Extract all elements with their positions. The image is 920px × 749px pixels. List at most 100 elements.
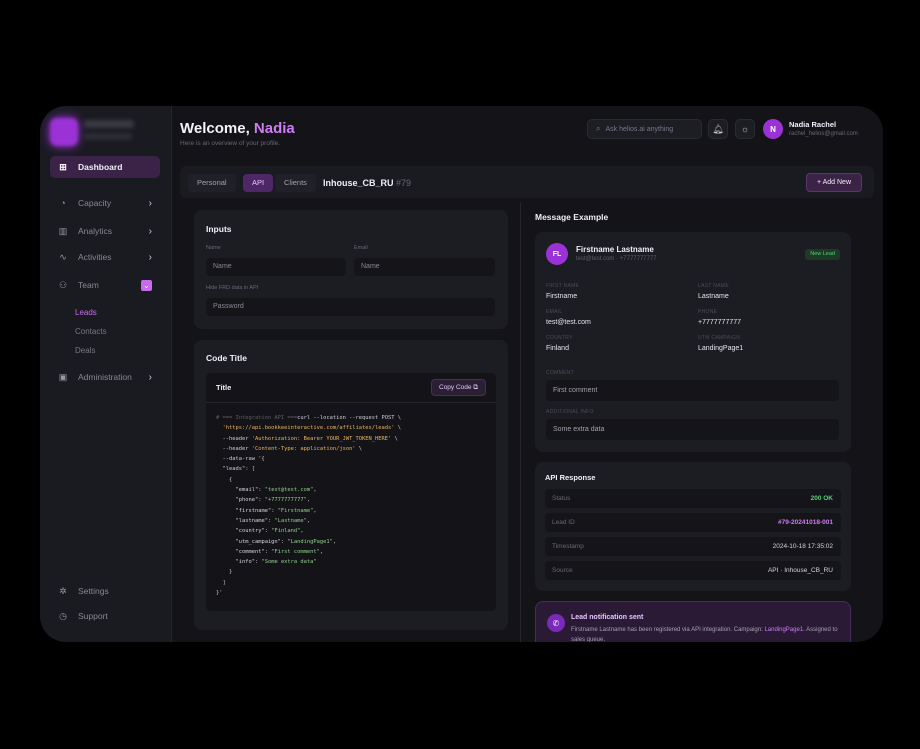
comment-field[interactable]: First comment	[546, 380, 839, 401]
tab-bar: Personal API Clients Inhouse_CB_RU #79 +…	[180, 166, 874, 198]
api-row-key: Status	[552, 495, 571, 502]
sidebar-item-label: Capacity	[78, 198, 112, 208]
field-value: Firstname	[546, 293, 578, 300]
lead-name: Firstname Lastname	[576, 245, 654, 254]
field-value: test@test.com	[546, 319, 591, 326]
notification-body: Firstname Lastname has been registered v…	[571, 626, 841, 642]
sidebar-item-support[interactable]: ◷ Support	[50, 605, 160, 627]
chevron-down-icon[interactable]: ⌄	[141, 279, 152, 291]
status-badge: New Lead	[805, 249, 840, 260]
lead-avatar: FL	[546, 243, 568, 265]
notifications-button[interactable]: 🔔︎	[708, 119, 728, 139]
integration-number: #79	[396, 178, 412, 188]
notification-text: Firstname Lastname has been registered v…	[571, 627, 763, 633]
code-panel: Code Title Title Copy Code ⧉ # === Integ…	[194, 340, 508, 630]
help-icon: ◷	[59, 610, 67, 621]
field-value: Finland	[546, 345, 569, 352]
inputs-panel: Inputs Name Name Email Name Hide FRD dat…	[194, 210, 508, 329]
sidebar-item-dashboard[interactable]: ⊞ Dashboard	[50, 156, 160, 178]
api-row-timestamp: Timestamp 2024-10-18 17:35:02	[545, 537, 841, 556]
tab-clients[interactable]: Clients	[275, 174, 316, 192]
sidebar-item-administration[interactable]: ▣ Administration ›	[50, 366, 160, 388]
brand-logo	[50, 118, 78, 146]
password-field[interactable]: Password	[206, 298, 495, 316]
chevron-right-icon: ›	[148, 371, 152, 383]
sidebar-subitem-deals[interactable]: Deals	[75, 346, 95, 355]
bar-chart-icon: ▥	[58, 225, 68, 236]
theme-toggle-button[interactable]: ☼	[735, 119, 755, 139]
sidebar-item-activities[interactable]: ∿ Activities ›	[50, 246, 160, 268]
sidebar-subitem-leads[interactable]: Leads	[75, 308, 97, 317]
name-label: Name	[206, 245, 221, 251]
user-name: Nadia Rachel	[789, 120, 837, 129]
sidebar-subitem-contacts[interactable]: Contacts	[75, 327, 107, 336]
api-row-value: 200 OK	[810, 495, 833, 502]
api-row-value: #79-20241018-001	[778, 519, 833, 526]
code-comment: # === Integration API ===	[216, 415, 298, 421]
api-row-key: Timestamp	[552, 543, 584, 550]
tab-personal[interactable]: Personal	[188, 174, 236, 192]
email-label: Email	[354, 245, 368, 251]
info-label: ADDITIONAL INFO	[546, 409, 594, 415]
tab-api[interactable]: API	[243, 174, 274, 192]
api-row-status: Status 200 OK	[545, 489, 841, 508]
field-label: FIRST NAME	[546, 283, 580, 289]
sidebar-item-label: Settings	[78, 586, 109, 596]
sidebar-item-label: Administration	[78, 372, 132, 382]
field-value: +7777777777	[698, 319, 742, 326]
api-response-card: API Response Status 200 OK Lead ID #79-2…	[535, 462, 851, 591]
users-icon: ⚇	[58, 279, 68, 290]
bell-icon: 🔔︎	[712, 123, 724, 134]
brand-sub-blurred	[84, 133, 132, 140]
comment-label: COMMENT	[546, 370, 574, 376]
copy-code-button[interactable]: Copy Code ⧉	[431, 379, 486, 396]
code-block: Title Copy Code ⧉ # === Integration API …	[206, 373, 496, 611]
field-label: EMAIL	[546, 309, 563, 315]
info-field[interactable]: Some extra data	[546, 419, 839, 440]
copy-code-label: Copy Code	[439, 384, 472, 391]
sidebar-item-settings[interactable]: ✲ Settings	[50, 580, 160, 602]
search-placeholder: Ask helios.ai anything	[605, 125, 674, 133]
email-field[interactable]: Name	[354, 258, 495, 276]
code-block-title: Title	[216, 383, 232, 392]
welcome-prefix: Welcome,	[180, 120, 250, 137]
gear-icon: ✲	[59, 585, 67, 596]
copy-icon: ⧉	[473, 384, 478, 391]
lead-contact: test@test.com · +7777777777	[576, 256, 657, 262]
field-label: LAST NAME	[698, 283, 729, 289]
sidebar-item-capacity[interactable]: ◔ Capacity ›	[50, 192, 160, 214]
field-label: COUNTRY	[546, 335, 573, 341]
lead-notification: ✆ Lead notification sent Firstname Lastn…	[535, 601, 851, 642]
sidebar-item-label: Team	[78, 280, 99, 290]
sidebar: ⊞ Dashboard ◔ Capacity › ▥ Analytics › ∿…	[40, 106, 172, 642]
search-input[interactable]: ⌕ Ask helios.ai anything	[587, 119, 702, 139]
add-new-button[interactable]: + Add New	[805, 173, 862, 192]
api-row-lead-id: Lead ID #79-20241018-001	[545, 513, 841, 532]
pie-icon: ◔	[60, 198, 66, 208]
integration-name: Inhouse_CB_RU	[323, 178, 394, 188]
search-icon: ⌕	[596, 124, 601, 133]
user-email: rachel_helios@gmail.com	[789, 131, 858, 137]
page-title: Welcome, Nadia	[180, 120, 295, 137]
avatar[interactable]: N	[763, 119, 783, 139]
field-label: PHONE	[698, 309, 718, 315]
grid-icon: ⊞	[59, 161, 67, 172]
sidebar-item-analytics[interactable]: ▥ Analytics ›	[50, 220, 160, 242]
inputs-title: Inputs	[206, 224, 232, 234]
code-panel-title: Code Title	[206, 353, 247, 363]
phone-icon: ✆	[547, 614, 565, 632]
notification-campaign[interactable]: LandingPage1.	[764, 627, 804, 633]
code-text: # === Integration API ===curl --location…	[216, 415, 402, 597]
sidebar-item-team[interactable]: ⚇ Team ⌄	[50, 274, 160, 296]
field-label: UTM CAMPAIGN	[698, 335, 741, 341]
plus-icon: +	[816, 179, 822, 186]
name-field[interactable]: Name	[206, 258, 346, 276]
brand-name-blurred	[84, 120, 134, 128]
field-value: LandingPage1	[698, 345, 744, 352]
api-row-key: Source	[552, 567, 573, 574]
add-new-label: Add New	[822, 179, 851, 186]
page-subtitle: Here is an overview of your profile.	[180, 140, 281, 147]
sidebar-item-label: Support	[78, 611, 108, 621]
pulse-icon: ∿	[59, 251, 67, 262]
chevron-right-icon: ›	[148, 197, 152, 209]
